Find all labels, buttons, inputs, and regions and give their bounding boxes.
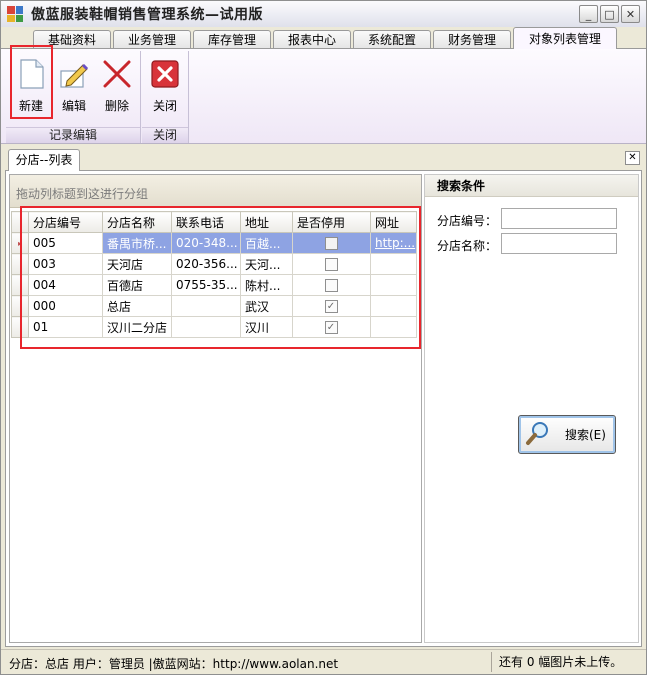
branch-code-input[interactable] xyxy=(501,208,617,229)
tab-system-config[interactable]: 系统配置 xyxy=(353,30,431,49)
document-close-button[interactable]: ✕ xyxy=(625,151,640,165)
tab-finance[interactable]: 财务管理 xyxy=(433,30,511,49)
search-panel: 搜索条件 分店编号： 分店名称： 搜索(E) xyxy=(424,174,639,643)
maximize-icon: □ xyxy=(604,7,615,21)
tab-object-list[interactable]: 对象列表管理 xyxy=(513,27,617,49)
branch-grid: 拖动列标题到这进行分组 分店编号 分店名称 联系电话 地址 是否停用 网址 ▸ … xyxy=(9,174,422,643)
close-button[interactable]: 关闭 xyxy=(145,55,185,117)
close-button-label: 关闭 xyxy=(152,99,177,113)
edit-pencil-icon xyxy=(57,57,91,91)
edit-button-label: 编辑 xyxy=(61,99,86,113)
close-window-button[interactable]: ✕ xyxy=(621,5,640,23)
close-icon: ✕ xyxy=(628,152,637,163)
group-record-edit-label: 记录编辑 xyxy=(6,127,140,143)
minimize-icon: _ xyxy=(585,7,592,21)
title-bar[interactable]: 傲蓝服装鞋帽销售管理系统—试用版 _ □ ✕ xyxy=(1,1,646,27)
branch-name-label: 分店名称： xyxy=(437,239,498,253)
status-user-info: 分店：总店 用户：管理员 |傲蓝网站：http://www.aolan.net xyxy=(9,657,339,671)
delete-button[interactable]: 删除 xyxy=(97,55,137,117)
magnifier-icon xyxy=(525,420,551,449)
tab-inventory[interactable]: 库存管理 xyxy=(193,30,271,49)
tab-business[interactable]: 业务管理 xyxy=(113,30,191,49)
ribbon-panel: 新建 编辑 删除 记录编辑 关闭 关闭 xyxy=(1,45,646,144)
app-logo-icon xyxy=(7,6,23,22)
edit-button[interactable]: 编辑 xyxy=(54,55,94,117)
group-by-area[interactable]: 拖动列标题到这进行分组 xyxy=(10,175,421,208)
branch-code-label: 分店编号： xyxy=(437,214,498,228)
group-close-label: 关闭 xyxy=(142,127,188,143)
tab-branch-list[interactable]: 分店--列表 xyxy=(8,149,80,171)
search-button-label: 搜索(E) xyxy=(565,428,606,442)
app-window: 傲蓝服装鞋帽销售管理系统—试用版 _ □ ✕ 基础资料 业务管理 库存管理 报表… xyxy=(0,0,647,675)
window-title: 傲蓝服装鞋帽销售管理系统—试用版 xyxy=(31,7,263,23)
maximize-button[interactable]: □ xyxy=(600,5,619,23)
tab-reports[interactable]: 报表中心 xyxy=(273,30,351,49)
delete-x-icon xyxy=(100,57,134,91)
close-icon: ✕ xyxy=(625,7,636,21)
status-bar: 分店：总店 用户：管理员 |傲蓝网站：http://www.aolan.net … xyxy=(1,649,646,674)
document-panel: 拖动列标题到这进行分组 分店编号 分店名称 联系电话 地址 是否停用 网址 ▸ … xyxy=(5,170,642,647)
grid-highlight xyxy=(20,206,421,349)
branch-name-input[interactable] xyxy=(501,233,617,254)
group-close: 关闭 关闭 xyxy=(142,51,189,143)
minimize-button[interactable]: _ xyxy=(579,5,598,23)
content-area: 分店--列表 ✕ 拖动列标题到这进行分组 分店编号 分店名称 联系电话 地址 是… xyxy=(1,144,646,649)
close-red-icon xyxy=(148,57,182,91)
new-button-highlight xyxy=(10,45,53,119)
delete-button-label: 删除 xyxy=(104,99,129,113)
ribbon-tabstrip: 基础资料 业务管理 库存管理 报表中心 系统配置 财务管理 对象列表管理 xyxy=(1,27,646,49)
status-upload-info: 还有 0 幅图片未上传。 xyxy=(491,652,643,672)
search-panel-title: 搜索条件 xyxy=(425,175,638,197)
search-button[interactable]: 搜索(E) xyxy=(518,415,616,454)
